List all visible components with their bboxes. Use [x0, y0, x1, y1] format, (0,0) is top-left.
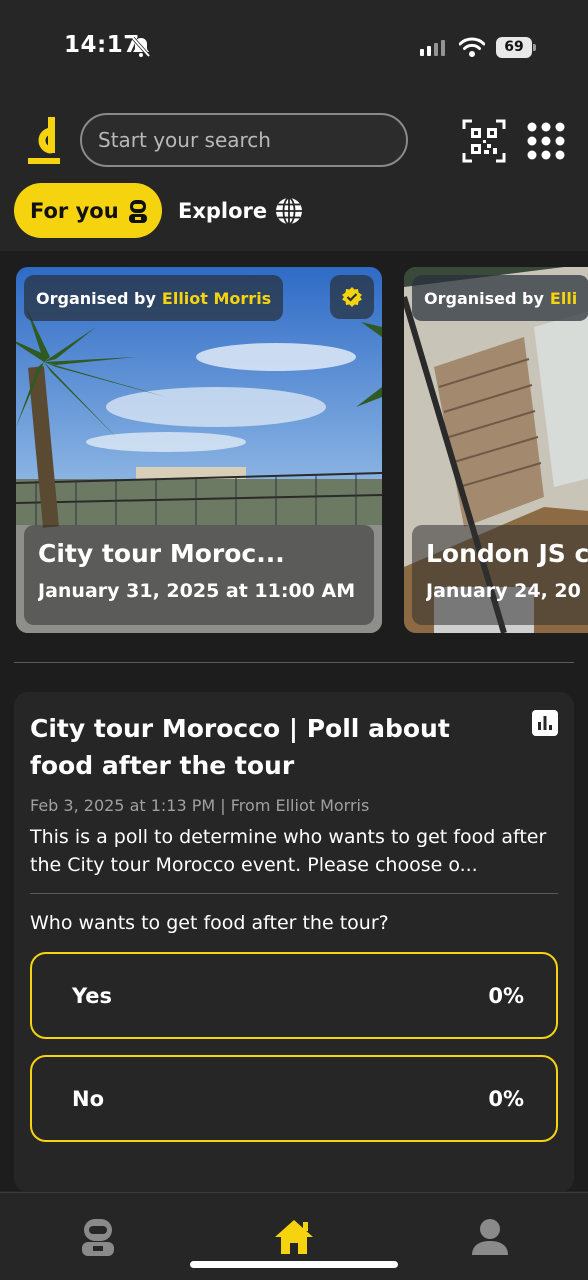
search-input[interactable] [98, 128, 406, 152]
poll-meta: Feb 3, 2025 at 1:13 PM | From Elliot Mor… [30, 796, 370, 815]
section-divider [14, 662, 574, 663]
app-logo[interactable] [28, 117, 60, 165]
organiser-label: Organised by Elliot Morris [24, 275, 284, 321]
poll-option-label: No [72, 1086, 105, 1111]
apps-grid-icon[interactable] [527, 122, 565, 160]
tab-for-you[interactable]: For you [14, 183, 162, 238]
tab-explore-label: Explore [178, 198, 268, 223]
wifi-icon [459, 37, 485, 57]
qr-code-icon[interactable] [462, 119, 506, 163]
event-card[interactable]: Organised by Elliot Morris City tour Mor… [16, 267, 382, 633]
battery-level: 69 [496, 37, 532, 58]
event-title: City tour Moroc... [38, 539, 285, 568]
poll-option-no[interactable]: No 0% [30, 1055, 558, 1142]
organiser-prefix: Organised by [36, 288, 156, 308]
tab-explore[interactable]: Explore [178, 183, 303, 238]
search-bar[interactable] [80, 113, 408, 167]
globe-icon [276, 196, 303, 225]
app-header: For you Explore [0, 100, 588, 250]
battery-indicator: 69 [496, 37, 536, 58]
profile-icon[interactable] [470, 1217, 510, 1257]
organiser-name[interactable]: Elliot Morris [162, 289, 271, 308]
robot-icon [128, 199, 147, 223]
poll-chart-icon[interactable] [532, 710, 558, 736]
tab-for-you-label: For you [30, 198, 119, 223]
organiser-label: Organised by Elli [412, 275, 588, 321]
poll-card: City tour Morocco | Poll about food afte… [14, 692, 574, 1191]
bell-off-icon [131, 36, 151, 58]
home-indicator [190, 1261, 398, 1268]
poll-question: Who wants to get food after the tour? [30, 912, 389, 934]
status-time: 14:17 [64, 32, 140, 58]
home-icon[interactable] [274, 1217, 314, 1257]
verified-badge [330, 275, 374, 319]
poll-option-percent: 0% [488, 983, 524, 1008]
status-bar: 14:17 69 [0, 0, 588, 90]
event-title: London JS c [426, 539, 588, 568]
robot-icon[interactable] [78, 1217, 118, 1257]
feed: Organised by Elliot Morris City tour Mor… [0, 251, 588, 1191]
poll-option-yes[interactable]: Yes 0% [30, 952, 558, 1039]
event-date: January 31, 2025 at 11:00 AM [38, 580, 356, 602]
poll-divider [30, 893, 558, 894]
poll-option-label: Yes [72, 983, 113, 1008]
cellular-signal-icon [420, 40, 445, 56]
organiser-prefix: Organised by [424, 288, 544, 308]
event-info: London JS c January 24, 20 [412, 525, 588, 625]
event-card[interactable]: Organised by Elli London JS c January 24… [404, 267, 588, 633]
poll-option-percent: 0% [488, 1086, 524, 1111]
verified-icon [342, 287, 362, 307]
event-date: January 24, 20 [426, 580, 581, 602]
event-info: City tour Moroc... January 31, 2025 at 1… [24, 525, 374, 625]
organiser-name[interactable]: Elli [550, 289, 577, 308]
poll-title[interactable]: City tour Morocco | Poll about food afte… [30, 710, 500, 784]
poll-description: This is a poll to determine who wants to… [30, 826, 547, 876]
